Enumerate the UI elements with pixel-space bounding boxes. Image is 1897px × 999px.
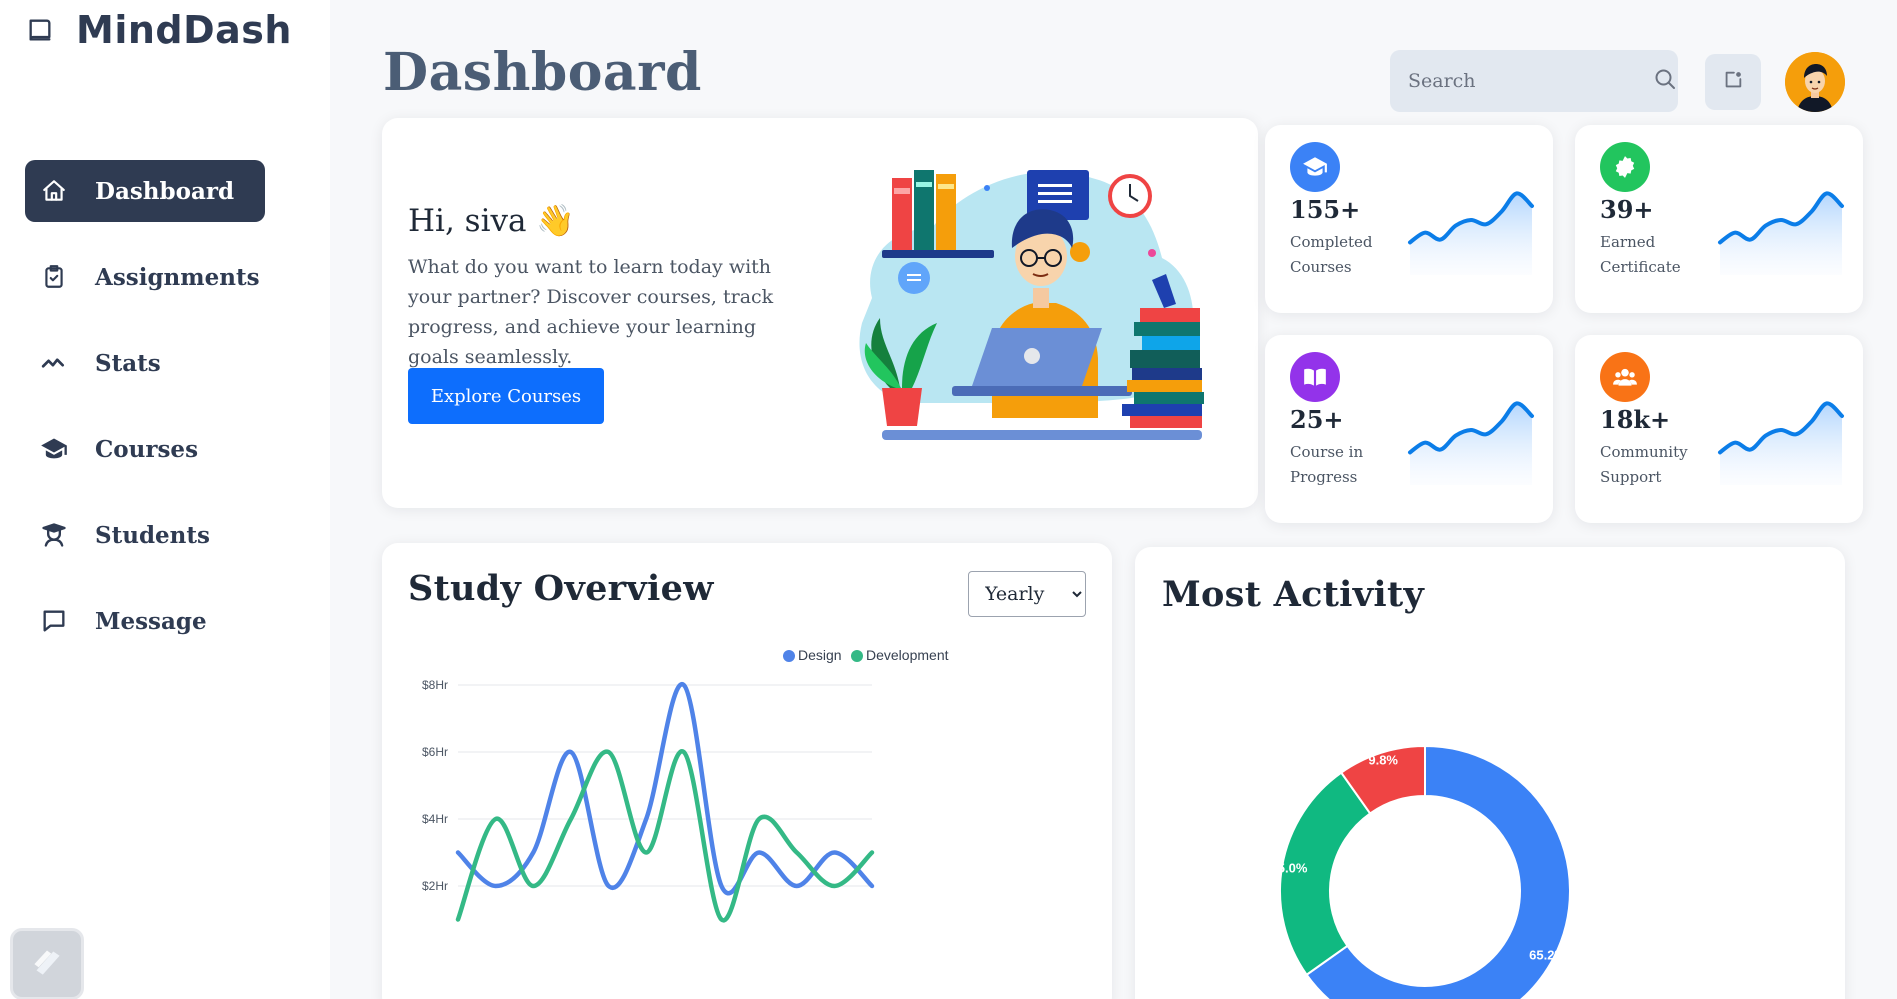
sidebar-item-label: Stats xyxy=(95,349,161,377)
trend-sparkline xyxy=(1718,401,1844,485)
legend-label: Design xyxy=(798,647,842,663)
slice-label: 65.2% xyxy=(1529,947,1566,962)
trend-sparkline xyxy=(1408,401,1534,485)
sidebar: MindDash Dashboard Assignments Stats Cou… xyxy=(0,0,330,999)
badge-icon xyxy=(1600,142,1650,192)
app-name: MindDash xyxy=(76,8,292,52)
y-tick-label: $8Hr xyxy=(422,678,448,692)
waving-hand-icon: 👋 xyxy=(536,203,575,239)
page-title: Dashboard xyxy=(383,42,702,103)
y-tick-label: $4Hr xyxy=(422,812,448,826)
graduation-cap-icon xyxy=(39,434,69,464)
search-input[interactable] xyxy=(1408,70,1653,92)
stat-label: Community Support xyxy=(1600,443,1688,486)
student-laptop-illustration xyxy=(822,148,1242,488)
stat-card-course-in-progress[interactable]: 25+ Course in Progress xyxy=(1265,335,1553,523)
stat-card-community-support[interactable]: 18k+ Community Support xyxy=(1575,335,1863,523)
stat-value: 18k+ xyxy=(1600,405,1671,434)
stat-value: 155+ xyxy=(1290,195,1361,224)
floating-app-button[interactable] xyxy=(10,928,84,999)
study-overview-title: Study Overview xyxy=(408,568,714,609)
external-link-icon xyxy=(1722,69,1744,95)
period-select[interactable]: Yearly xyxy=(968,571,1086,617)
search-bar[interactable] xyxy=(1390,50,1678,112)
student-icon xyxy=(39,520,69,550)
stat-card-earned-certificate[interactable]: 39+ Earned Certificate xyxy=(1575,125,1863,313)
trend-sparkline xyxy=(1718,191,1844,275)
brand[interactable]: MindDash xyxy=(26,8,292,52)
slice-label: 25.0% xyxy=(1271,861,1308,876)
series-line-development xyxy=(455,749,875,923)
search-icon[interactable] xyxy=(1653,67,1677,95)
stat-card-completed-courses[interactable]: 155+ Completed Courses xyxy=(1265,125,1553,313)
sidebar-item-courses[interactable]: Courses xyxy=(25,418,265,480)
book-open-icon xyxy=(1290,352,1340,402)
trend-icon xyxy=(39,348,69,378)
stat-label: Earned Certificate xyxy=(1600,233,1681,276)
welcome-card: Hi, siva 👋 What do you want to learn tod… xyxy=(382,118,1258,508)
sidebar-item-label: Courses xyxy=(95,435,199,463)
welcome-description: What do you want to learn today with you… xyxy=(408,256,774,368)
y-tick-label: $2Hr xyxy=(422,879,448,893)
stat-label: Course in Progress xyxy=(1290,443,1364,486)
clipboard-check-icon xyxy=(39,262,69,292)
sidebar-item-stats[interactable]: Stats xyxy=(25,332,265,394)
sidebar-item-label: Assignments xyxy=(95,263,260,291)
sidebar-item-label: Message xyxy=(95,607,207,635)
most-activity-card: 65.2% 25.0% 9.8% Most Activity xyxy=(1135,547,1845,999)
stat-value: 25+ xyxy=(1290,405,1344,434)
explore-courses-button[interactable]: Explore Courses xyxy=(408,368,604,424)
app-logo-icon xyxy=(26,941,68,987)
legend-label: Development xyxy=(866,647,949,663)
sidebar-nav: Dashboard Assignments Stats Courses Stud… xyxy=(25,160,265,676)
message-icon xyxy=(39,606,69,636)
trend-sparkline xyxy=(1408,191,1534,275)
avatar[interactable] xyxy=(1785,52,1845,112)
y-tick-label: $6Hr xyxy=(422,745,448,759)
most-activity-title: Most Activity xyxy=(1162,574,1425,615)
study-overview-card: Study Overview Yearly $2Hr $4Hr $6Hr $8Hr De… xyxy=(382,543,1112,999)
legend-marker xyxy=(851,650,863,662)
sidebar-item-assignments[interactable]: Assignments xyxy=(25,246,265,308)
users-icon xyxy=(1600,352,1650,402)
slice-label: 9.8% xyxy=(1368,752,1398,767)
legend-marker xyxy=(783,650,795,662)
home-icon xyxy=(39,176,69,206)
book-icon xyxy=(26,16,54,44)
share-button[interactable] xyxy=(1705,54,1761,110)
sidebar-item-label: Students xyxy=(95,521,210,549)
stat-value: 39+ xyxy=(1600,195,1654,224)
greeting: Hi, siva 👋 xyxy=(408,203,575,239)
sidebar-item-dashboard[interactable]: Dashboard xyxy=(25,160,265,222)
stat-label: Completed Courses xyxy=(1290,233,1373,276)
sidebar-item-label: Dashboard xyxy=(95,177,235,205)
study-overview-line-chart: $2Hr $4Hr $6Hr $8Hr Design Development xyxy=(422,647,949,923)
sidebar-item-students[interactable]: Students xyxy=(25,504,265,566)
graduation-cap-icon xyxy=(1290,142,1340,192)
sidebar-item-message[interactable]: Message xyxy=(25,590,265,652)
